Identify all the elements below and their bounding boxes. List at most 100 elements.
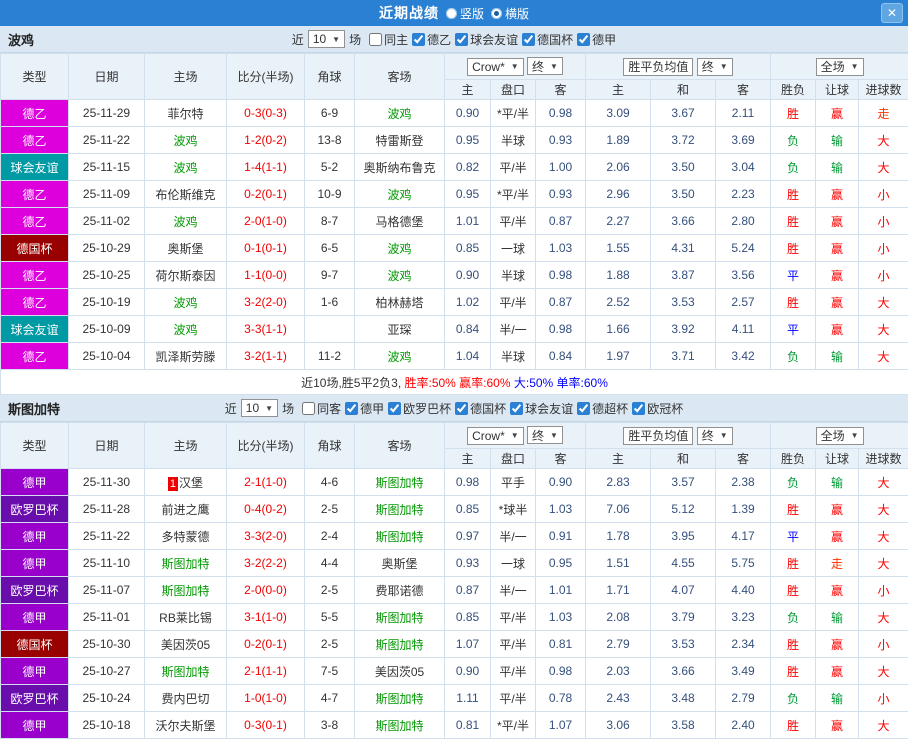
score-cell: 3-2(2-2) <box>226 549 305 577</box>
league-cell: 欧罗巴杯 <box>0 495 69 523</box>
scope-select[interactable]: 全场 ▼ <box>815 426 864 445</box>
match-row: 德甲 25-11-22 多特蒙德 3-3(2-0) 2-4 斯图加特 0.97 半/一 0.91… <box>0 522 908 550</box>
handicap-home-odds-cell: 1.02 <box>444 288 491 316</box>
match-count-select[interactable]: 10 ▼ <box>240 399 279 417</box>
checkbox-欧罗巴杯[interactable] <box>388 401 402 415</box>
handicap-line-cell: 一球 <box>490 234 536 262</box>
layout-radio-横版[interactable]: 横版 <box>491 5 529 22</box>
avg-odds-select[interactable]: 胜平负均值 <box>623 426 694 445</box>
goals-result-cell: 小 <box>858 630 908 658</box>
date-cell: 25-10-19 <box>68 288 145 316</box>
filter-德甲[interactable]: 德甲 <box>577 31 616 48</box>
col-avg-draw: 和 <box>650 448 717 469</box>
checkbox-球会友谊[interactable] <box>455 32 469 46</box>
handicap-away-odds-cell: 0.90 <box>534 468 587 496</box>
corners-cell: 11-2 <box>304 342 355 370</box>
filter-德国杯[interactable]: 德国杯 <box>522 31 573 48</box>
home-team-cell: 布伦斯维克 <box>144 180 227 208</box>
col-wdl: 胜负 <box>770 448 817 469</box>
date-cell: 25-10-18 <box>68 711 145 739</box>
handicap-result-cell: 赢 <box>815 630 860 658</box>
avg-home-odds-cell: 1.89 <box>585 126 652 154</box>
handicap-home-odds-cell: 0.95 <box>444 180 491 208</box>
checkbox-德甲[interactable] <box>345 401 359 415</box>
radio-icon[interactable] <box>445 7 457 19</box>
corners-cell: 4-7 <box>304 684 355 712</box>
away-team-cell: 波鸡 <box>354 99 445 127</box>
corners-cell: 2-5 <box>304 495 355 523</box>
filter-suffix-label: 场 <box>349 32 362 47</box>
league-cell: 德甲 <box>0 468 69 496</box>
close-button[interactable]: ✕ <box>881 3 903 23</box>
avg-home-odds-cell: 3.09 <box>585 99 652 127</box>
match-row: 德乙 25-11-29 菲尔特 0-3(0-3) 6-9 波鸡 0.90 *平/半 0.98 3.… <box>0 99 908 127</box>
bookmaker-select[interactable]: Crow* ▼ <box>467 426 524 445</box>
avg-final-select[interactable]: 终 ▼ <box>696 426 733 445</box>
checkbox-欧冠杯[interactable] <box>632 401 646 415</box>
checkbox-同主[interactable] <box>369 32 383 46</box>
checkbox-德国杯[interactable] <box>455 401 469 415</box>
wdl-result-cell: 胜 <box>770 576 817 604</box>
filter-欧冠杯[interactable]: 欧冠杯 <box>632 400 683 417</box>
avg-away-odds-cell: 3.49 <box>715 657 772 685</box>
league-cell: 德乙 <box>0 99 69 127</box>
checkbox-德乙[interactable] <box>412 32 426 46</box>
handicap-line-cell: 半球 <box>490 261 536 289</box>
checkbox-球会友谊[interactable] <box>510 401 524 415</box>
filter-德国杯[interactable]: 德国杯 <box>455 400 506 417</box>
handicap-away-odds-cell: 0.81 <box>534 630 587 658</box>
corners-cell <box>304 315 355 343</box>
filter-同客[interactable]: 同客 <box>302 400 341 417</box>
col-avg-away: 客 <box>715 79 772 100</box>
filter-德超杯[interactable]: 德超杯 <box>577 400 628 417</box>
final-value: 终 <box>701 60 714 74</box>
handicap-away-odds-cell: 0.87 <box>534 288 587 316</box>
corners-cell: 6-5 <box>304 234 355 262</box>
avg-home-odds-cell: 2.83 <box>585 468 652 496</box>
goals-result-cell: 小 <box>858 576 908 604</box>
score-cell: 0-2(0-1) <box>226 630 305 658</box>
wdl-result-cell: 胜 <box>770 180 817 208</box>
team-name: 斯图加特 <box>8 401 61 417</box>
home-team-cell: 凯泽斯劳滕 <box>144 342 227 370</box>
score-cell: 1-1(0-0) <box>226 261 305 289</box>
match-row: 欧罗巴杯 25-11-07 斯图加特 2-0(0-0) 2-5 费耶诺德 0.87 半/一 1.… <box>0 576 908 604</box>
checkbox-德国杯[interactable] <box>522 32 536 46</box>
avg-odds-group: 胜平负均值 终 ▼ <box>585 53 772 80</box>
filter-球会友谊[interactable]: 球会友谊 <box>455 31 518 48</box>
filter-球会友谊[interactable]: 球会友谊 <box>510 400 573 417</box>
handicap-away-odds-cell: 1.03 <box>534 495 587 523</box>
filter-同主[interactable]: 同主 <box>369 31 408 48</box>
corners-cell: 8-7 <box>304 207 355 235</box>
avg-odds-select[interactable]: 胜平负均值 <box>623 57 694 76</box>
match-count-select[interactable]: 10 ▼ <box>307 30 346 48</box>
handicap-final-select[interactable]: 终 ▼ <box>527 426 563 445</box>
league-filters: 同主 德乙 球会友谊 德国杯 德甲 <box>365 31 616 48</box>
checkbox-德超杯[interactable] <box>577 401 591 415</box>
handicap-home-odds-cell: 0.90 <box>444 261 491 289</box>
col-home: 主场 <box>144 53 227 100</box>
col-type: 类型 <box>0 422 69 469</box>
checkbox-同客[interactable] <box>302 401 316 415</box>
match-row: 德甲 25-10-27 斯图加特 2-1(1-1) 7-5 美因茨05 0.90 平/半 0.9… <box>0 657 908 685</box>
league-filters: 同客 德甲 欧罗巴杯 德国杯 球会友谊 德超杯 欧冠杯 <box>298 400 683 417</box>
checkbox-德甲[interactable] <box>577 32 591 46</box>
away-team-cell: 斯图加特 <box>354 522 445 550</box>
handicap-home-odds-cell: 0.82 <box>444 153 491 181</box>
avg-final-select[interactable]: 终 ▼ <box>696 57 733 76</box>
layout-radio-竖版[interactable]: 竖版 <box>445 5 484 22</box>
scope-select[interactable]: 全场 ▼ <box>815 57 864 76</box>
filter-德乙[interactable]: 德乙 <box>412 31 451 48</box>
result-group: 全场 ▼ <box>770 53 908 80</box>
score-cell: 0-4(0-2) <box>226 495 305 523</box>
wdl-result-cell: 负 <box>770 684 817 712</box>
handicap-result-cell: 赢 <box>815 180 860 208</box>
filter-欧罗巴杯[interactable]: 欧罗巴杯 <box>388 400 451 417</box>
filter-德甲[interactable]: 德甲 <box>345 400 384 417</box>
score-cell: 0-1(0-1) <box>226 234 305 262</box>
radio-icon[interactable] <box>491 7 502 19</box>
match-row: 欧罗巴杯 25-11-28 前进之鹰 0-4(0-2) 2-5 斯图加特 0.85 *球半 1.… <box>0 495 908 523</box>
avg-away-odds-cell: 3.56 <box>715 261 772 289</box>
bookmaker-select[interactable]: Crow* ▼ <box>467 57 524 76</box>
handicap-final-select[interactable]: 终 ▼ <box>527 57 563 76</box>
